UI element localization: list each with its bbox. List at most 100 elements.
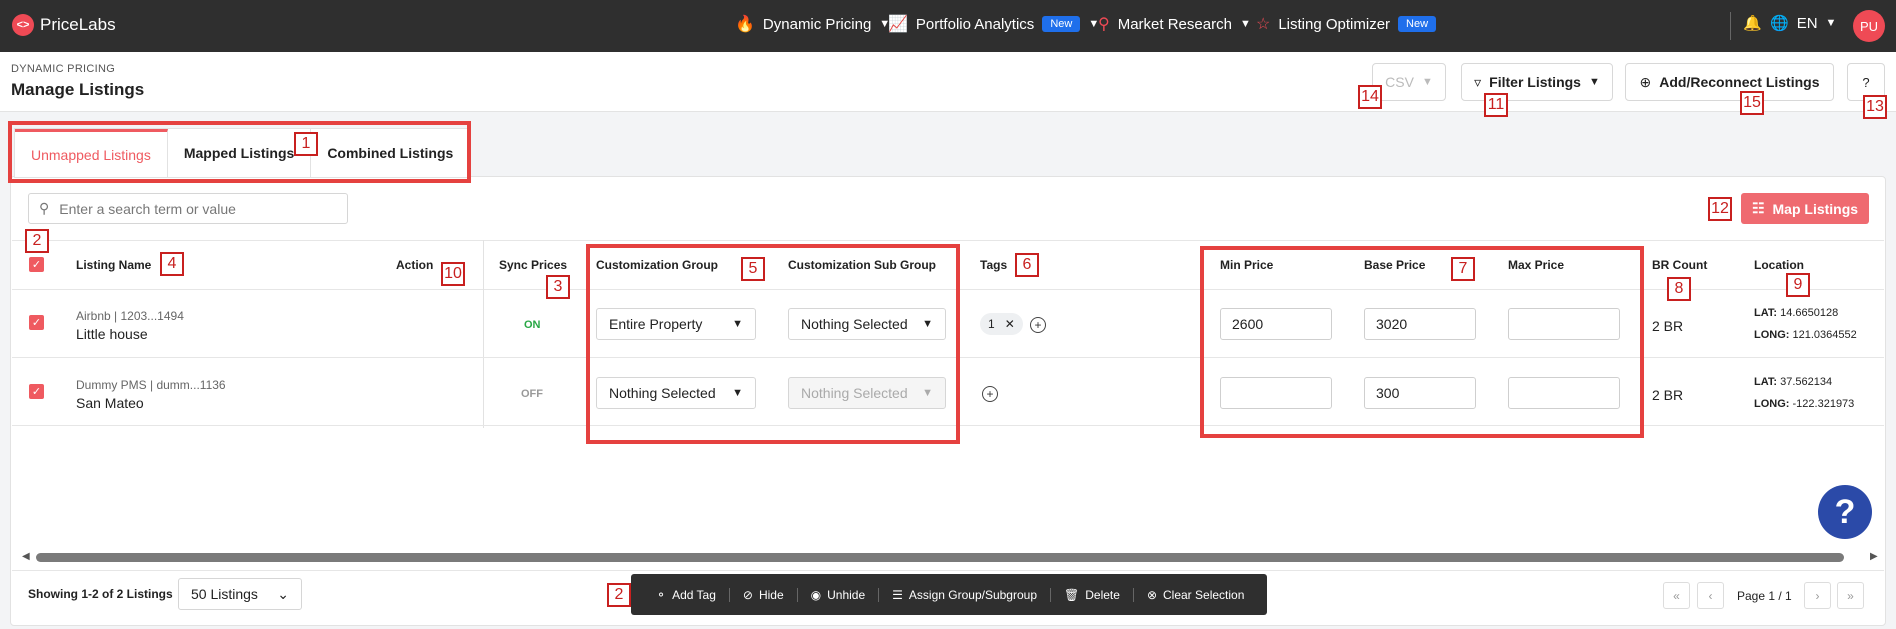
annotation-marker: 15 (1740, 91, 1764, 115)
annotation-marker: 12 (1708, 197, 1732, 221)
lat-value: 37.562134 (1780, 376, 1833, 388)
magnifier-icon: ⚲ (1098, 16, 1110, 33)
nav-optimizer-label: Listing Optimizer (1278, 15, 1391, 33)
notifications-bell[interactable]: 🔔 (1743, 14, 1762, 32)
annotation-marker: 1 (294, 132, 318, 156)
scroll-left-icon[interactable]: ◀ (22, 551, 30, 562)
add-reconnect-label: Add/Reconnect Listings (1659, 74, 1820, 90)
lat-value: 14.6650128 (1780, 307, 1839, 319)
map-listings-button[interactable]: ☷ Map Listings (1741, 193, 1869, 224)
location-value: LAT: 37.562134 LONG: -122.321973 (1754, 371, 1854, 415)
page-info: Page 1 / 1 (1737, 589, 1792, 603)
add-tag-button[interactable]: ⚬ Add Tag (643, 587, 730, 602)
sync-status[interactable]: ON (524, 319, 541, 331)
long-label: LONG: (1754, 329, 1790, 341)
listing-name: Little house (76, 326, 148, 342)
layers-icon: ☰ (892, 587, 903, 602)
clear-label: Clear Selection (1163, 587, 1245, 602)
highlight-customization (586, 244, 960, 444)
highlight-prices (1200, 246, 1644, 438)
scroll-right-icon[interactable]: ▶ (1870, 551, 1878, 562)
annotation-marker: 2 (25, 229, 49, 253)
filter-icon: ▿ (1474, 73, 1482, 90)
search-icon: ⚲ (39, 200, 50, 216)
nav-portfolio-label: Portfolio Analytics (915, 15, 1035, 33)
unhide-label: Unhide (827, 587, 866, 602)
per-page-value: 50 Listings (191, 586, 258, 602)
nav-market-label: Market Research (1117, 15, 1232, 33)
chevron-down-icon: ▼ (1588, 76, 1600, 88)
annotation-marker: 4 (160, 252, 184, 276)
col-br-count[interactable]: BR Count (1652, 258, 1707, 272)
search-placeholder: Enter a search term or value (59, 200, 236, 217)
nav-dynamic-pricing[interactable]: 🔥 Dynamic Pricing ▼ (735, 14, 890, 34)
language-label: EN (1796, 14, 1818, 32)
highlight-tabs (8, 121, 471, 183)
first-page-button[interactable]: « (1663, 582, 1690, 609)
eye-icon: ◉ (810, 587, 822, 602)
close-circle-icon: ⊗ (1146, 587, 1157, 602)
tag-icon: ⚬ (656, 587, 667, 602)
row-checkbox[interactable]: ✓ (29, 315, 44, 330)
search-input[interactable]: ⚲ Enter a search term or value (28, 193, 348, 224)
add-tag-icon[interactable]: + (1030, 317, 1046, 333)
lat-label: LAT: (1754, 376, 1778, 388)
logo-icon: <> (12, 14, 34, 36)
unhide-button[interactable]: ◉ Unhide (798, 587, 880, 602)
lat-label: LAT: (1754, 307, 1778, 319)
csv-label: CSV (1385, 74, 1414, 90)
annotation-marker: 3 (546, 275, 570, 299)
help-chat-button[interactable]: ? (1818, 485, 1872, 539)
long-value: -122.321973 (1792, 398, 1855, 410)
annotation-marker: 11 (1484, 93, 1508, 117)
long-value: 121.0364552 (1792, 329, 1857, 341)
location-value: LAT: 14.6650128 LONG: 121.0364552 (1754, 302, 1857, 346)
next-page-button[interactable]: › (1804, 582, 1831, 609)
tag-chip-label: 1 (988, 317, 995, 331)
horizontal-scrollbar[interactable]: ◀ ▶ (22, 551, 1882, 563)
listing-name: San Mateo (76, 395, 144, 411)
nav-portfolio-analytics[interactable]: 📈 Portfolio Analytics New ▼ (888, 14, 1099, 34)
row-checkbox[interactable]: ✓ (29, 384, 44, 399)
nav-divider (1730, 12, 1731, 40)
annotation-marker: 7 (1451, 257, 1475, 281)
help-icon: ? (1862, 74, 1870, 90)
col-sync-prices[interactable]: Sync Prices (499, 258, 567, 272)
breadcrumb: DYNAMIC PRICING (11, 63, 116, 75)
delete-label: Delete (1085, 587, 1120, 602)
clear-selection-button[interactable]: ⊗ Clear Selection (1134, 588, 1257, 602)
scrollbar-thumb[interactable] (36, 553, 1844, 562)
pricelabs-logo[interactable]: <> PriceLabs (12, 14, 116, 36)
add-tag-label: Add Tag (672, 587, 716, 602)
globe-icon: 🌐 (1770, 15, 1789, 32)
prev-page-button[interactable]: ‹ (1697, 582, 1724, 609)
annotation-marker: 2 (607, 583, 631, 607)
hide-button[interactable]: ⊘ Hide (730, 587, 798, 602)
add-tag-icon[interactable]: + (982, 386, 998, 402)
nav-dynamic-pricing-label: Dynamic Pricing (762, 15, 872, 33)
add-reconnect-button[interactable]: ⊕ Add/Reconnect Listings (1625, 63, 1834, 101)
language-selector[interactable]: 🌐 EN ▼ (1770, 14, 1836, 33)
select-all-checkbox[interactable]: ✓ (29, 257, 44, 272)
flame-icon: 🔥 (735, 16, 755, 33)
showing-count: Showing 1-2 of 2 Listings (28, 587, 173, 601)
last-page-button[interactable]: » (1837, 582, 1864, 609)
page-title: Manage Listings (11, 80, 145, 99)
col-tags: Tags (980, 258, 1008, 272)
nav-market-research[interactable]: ⚲ Market Research ▼ (1098, 14, 1251, 34)
listing-source: Dummy PMS | dumm...1136 (76, 378, 226, 392)
logo-text: PriceLabs (40, 15, 116, 34)
close-icon[interactable]: ✕ (1005, 317, 1015, 331)
col-listing-name[interactable]: Listing Name (76, 258, 151, 272)
bulk-actions-bar: ⚬ Add Tag ⊘ Hide ◉ Unhide ☰ Assign Group… (631, 574, 1267, 615)
annotation-marker: 8 (1667, 277, 1691, 301)
user-avatar[interactable]: PU (1853, 10, 1885, 42)
annotation-marker: 10 (441, 262, 465, 286)
nav-listing-optimizer[interactable]: ☆ Listing Optimizer New (1256, 14, 1437, 34)
sync-status[interactable]: OFF (521, 388, 543, 400)
col-location: Location (1754, 258, 1804, 272)
assign-group-button[interactable]: ☰ Assign Group/Subgroup (879, 587, 1052, 602)
delete-button[interactable]: 🗑 Delete (1051, 587, 1134, 602)
per-page-select[interactable]: 50 Listings ⌄ (178, 578, 302, 610)
csv-button[interactable]: CSV ▼ (1372, 63, 1446, 101)
